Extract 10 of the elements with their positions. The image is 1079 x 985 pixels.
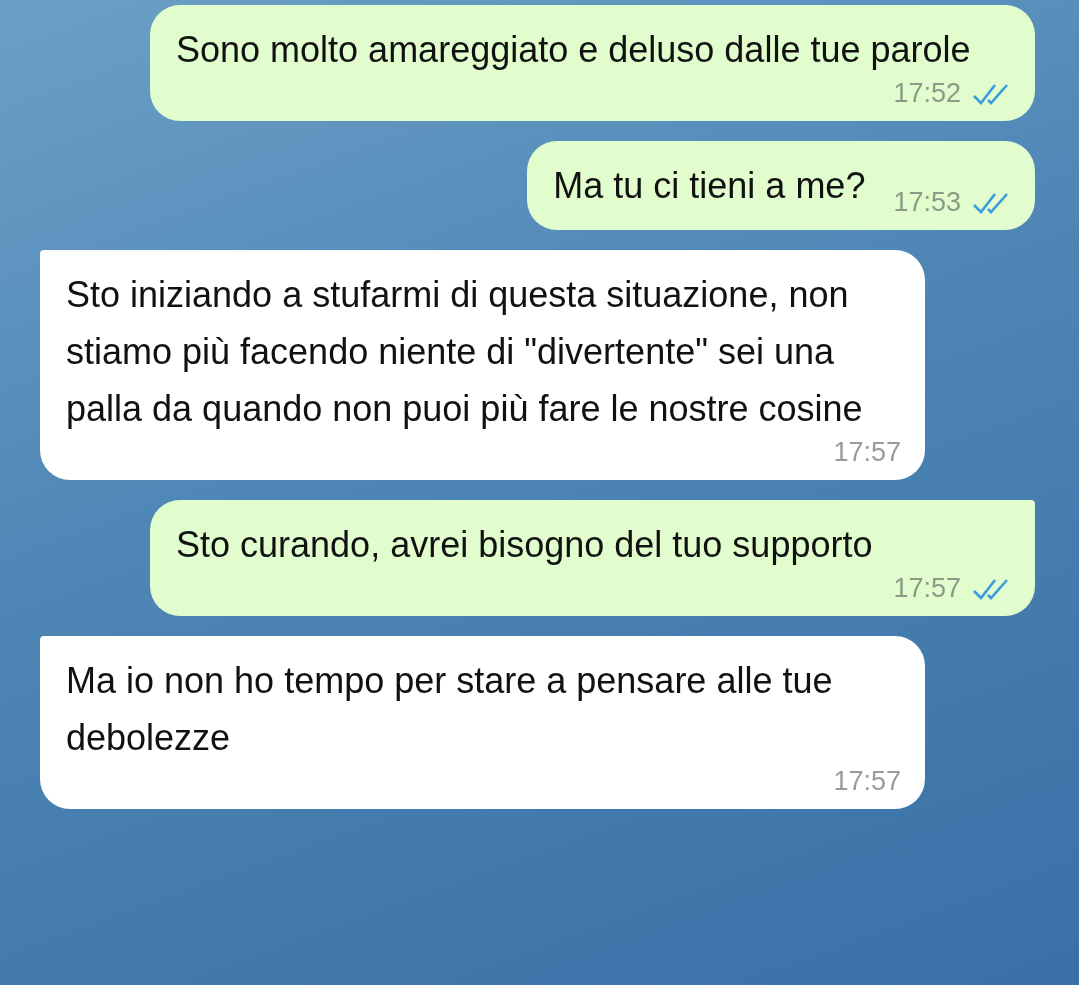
message-text: Ma io non ho tempo per stare a pensare alle tue debolezze — [66, 659, 834, 760]
message-time: 17:57 — [833, 437, 901, 468]
message-text: Ma tu ci tieni a me? — [553, 164, 866, 208]
message-text: Sto curando, avrei bisogno del tuo supporto — [176, 523, 873, 567]
message-time: 17:53 — [893, 187, 961, 218]
message-time: 17:52 — [893, 78, 961, 109]
message-text: Sto iniziando a stufarmi di questa situazione, non stiamo più facendo niente di "divertente" sei una palla da quando non puoi più fare le nostre cosine — [66, 273, 864, 431]
message-time: 17:57 — [893, 573, 961, 604]
message-text: Sono molto amareggiato e deluso dalle tue parole — [176, 28, 971, 72]
message-time: 17:57 — [833, 766, 901, 797]
